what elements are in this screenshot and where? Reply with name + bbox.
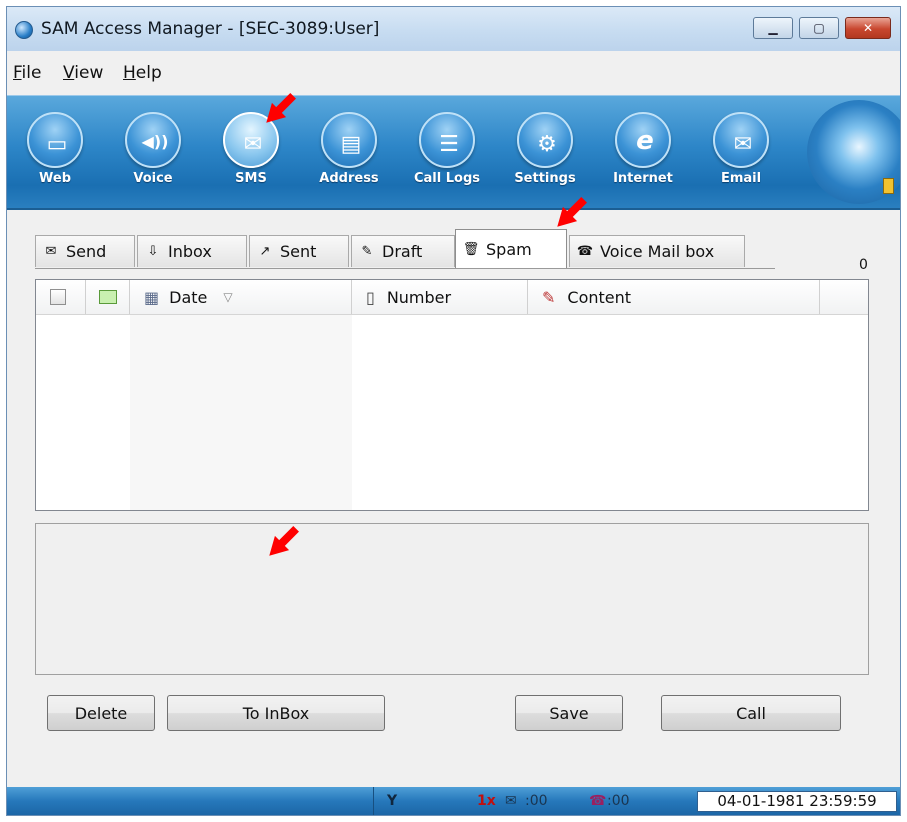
content-column-label: Content (567, 287, 632, 307)
signal-strength-icon: Y (387, 793, 398, 809)
minimize-button[interactable]: ▁ (753, 17, 793, 39)
close-icon: ✕ (862, 21, 874, 35)
toolbar-email-label: Email (720, 171, 762, 186)
address-book-icon: ▤ (321, 112, 377, 168)
tab-sent[interactable]: ↗ Sent (249, 235, 349, 267)
select-all-checkbox[interactable] (50, 289, 66, 305)
toolbar-internet-label: Internet (613, 171, 673, 186)
menu-view[interactable]: View (63, 63, 103, 83)
number-column-header[interactable]: ▯ Number (352, 280, 528, 314)
tab-send-label: Send (66, 242, 107, 261)
delete-button[interactable]: Delete (47, 695, 155, 731)
number-column-label: Number (386, 287, 452, 307)
draft-icon: ✎ (361, 243, 373, 259)
sent-icon: ↗ (259, 243, 271, 259)
status-datetime: 04-01-1981 23:59:59 (697, 791, 897, 812)
sms-status-icon: ✉ (505, 793, 517, 809)
message-preview-pane[interactable] (35, 523, 869, 675)
voicemail-icon: ☎ (576, 243, 594, 259)
toolbar-sms-button[interactable]: ✉ SMS (213, 108, 289, 194)
call-status-count: :00 (607, 793, 630, 809)
tab-spam[interactable]: 🗑 Spam (455, 229, 567, 269)
call-logs-icon: ☰ (419, 112, 475, 168)
maximize-icon: ▢ (813, 21, 825, 35)
menu-help[interactable]: Help (123, 63, 162, 83)
tab-send[interactable]: ✉ Send (35, 235, 135, 267)
date-column-header[interactable]: ▦ Date ▽ (130, 280, 352, 314)
sms-status-count: :00 (525, 793, 548, 809)
toolbar-web-label: Web (39, 171, 71, 186)
toolbar-settings-label: Settings (514, 171, 576, 186)
sms-folder-tabs: ✉ Send ⇩ Inbox ↗ Sent ✎ Draft 🗑 Spam ☎ Voice M… (35, 229, 875, 269)
toolbar-email-button[interactable]: ✉ Email (703, 108, 779, 194)
tab-baseline (35, 268, 775, 269)
content-column-header[interactable]: ✎ Content (528, 280, 820, 314)
app-icon (15, 21, 33, 39)
menu-file[interactable]: File (13, 63, 41, 83)
message-count: 0 (859, 257, 868, 273)
trash-can-icon: 🗑 (462, 241, 480, 257)
tab-voice-mail-box[interactable]: ☎ Voice Mail box (569, 235, 745, 267)
date-column-label: Date (169, 287, 208, 307)
date-column-shade (130, 315, 352, 510)
to-inbox-button[interactable]: To InBox (167, 695, 385, 731)
gear-icon: ⚙ (517, 112, 573, 168)
select-all-column[interactable] (36, 280, 86, 314)
send-envelope-icon: ✉ (45, 243, 57, 259)
missed-call-icon: ☎ (589, 793, 607, 809)
maximize-button[interactable]: ▢ (799, 17, 839, 39)
tab-sent-label: Sent (280, 242, 317, 261)
title-bar[interactable]: SAM Access Manager - [SEC-3089:User] ▁ ▢… (7, 7, 900, 51)
toolbar-call-logs-button[interactable]: ☰ Call Logs (409, 108, 485, 194)
inbox-icon: ⇩ (147, 243, 159, 259)
close-button[interactable]: ✕ (845, 17, 891, 39)
web-icon: ▭ (27, 112, 83, 168)
tab-draft[interactable]: ✎ Draft (351, 235, 455, 267)
internet-explorer-icon: e (615, 112, 671, 168)
email-icon: ✉ (713, 112, 769, 168)
tab-spam-label: Spam (486, 240, 532, 259)
toolbar-call-logs-label: Call Logs (413, 171, 480, 186)
toolbar-internet-button[interactable]: e Internet (605, 108, 681, 194)
tab-voice-mail-box-label: Voice Mail box (600, 242, 715, 261)
main-toolbar: ▭ Web ◀)) Voice ✉ SMS ▤ Address ☰ Call L… (7, 95, 900, 210)
envelope-icon: ✉ (223, 112, 279, 168)
message-list[interactable]: ▦ Date ▽ ▯ Number ✎ Content (35, 279, 869, 511)
list-header: ▦ Date ▽ ▯ Number ✎ Content (36, 280, 868, 315)
toolbar-address-button[interactable]: ▤ Address (311, 108, 387, 194)
read-status-envelope-icon (98, 290, 117, 304)
save-button[interactable]: Save (515, 695, 623, 731)
toolbar-voice-label: Voice (133, 171, 173, 186)
tab-inbox-label: Inbox (168, 242, 212, 261)
toolbar-settings-button[interactable]: ⚙ Settings (507, 108, 583, 194)
toolbar-voice-button[interactable]: ◀)) Voice (115, 108, 191, 194)
status-divider (373, 787, 374, 815)
toolbar-sms-label: SMS (235, 171, 267, 186)
toolbar-web-button[interactable]: ▭ Web (17, 108, 93, 194)
number-column-icon: ▯ (366, 287, 375, 307)
menu-bar: File View Help (7, 51, 900, 93)
content-column-icon: ✎ (542, 287, 556, 307)
network-type-indicator: 1x (477, 793, 496, 809)
toolbar-address-label: Address (319, 171, 379, 186)
sort-descending-icon: ▽ (223, 290, 233, 304)
app-window: SAM Access Manager - [SEC-3089:User] ▁ ▢… (6, 6, 901, 816)
status-bar: Y 1x ✉ :00 ☎ :00 04-01-1981 23:59:59 (7, 787, 900, 815)
tab-draft-label: Draft (382, 242, 423, 261)
speaker-icon: ◀)) (125, 112, 181, 168)
sim-card-icon (883, 178, 894, 194)
read-status-column[interactable] (86, 280, 130, 314)
tab-inbox[interactable]: ⇩ Inbox (137, 235, 247, 267)
call-button[interactable]: Call (661, 695, 841, 731)
date-column-icon: ▦ (144, 287, 160, 307)
minimize-icon: ▁ (768, 21, 778, 35)
window-title: SAM Access Manager - [SEC-3089:User] (41, 19, 380, 39)
